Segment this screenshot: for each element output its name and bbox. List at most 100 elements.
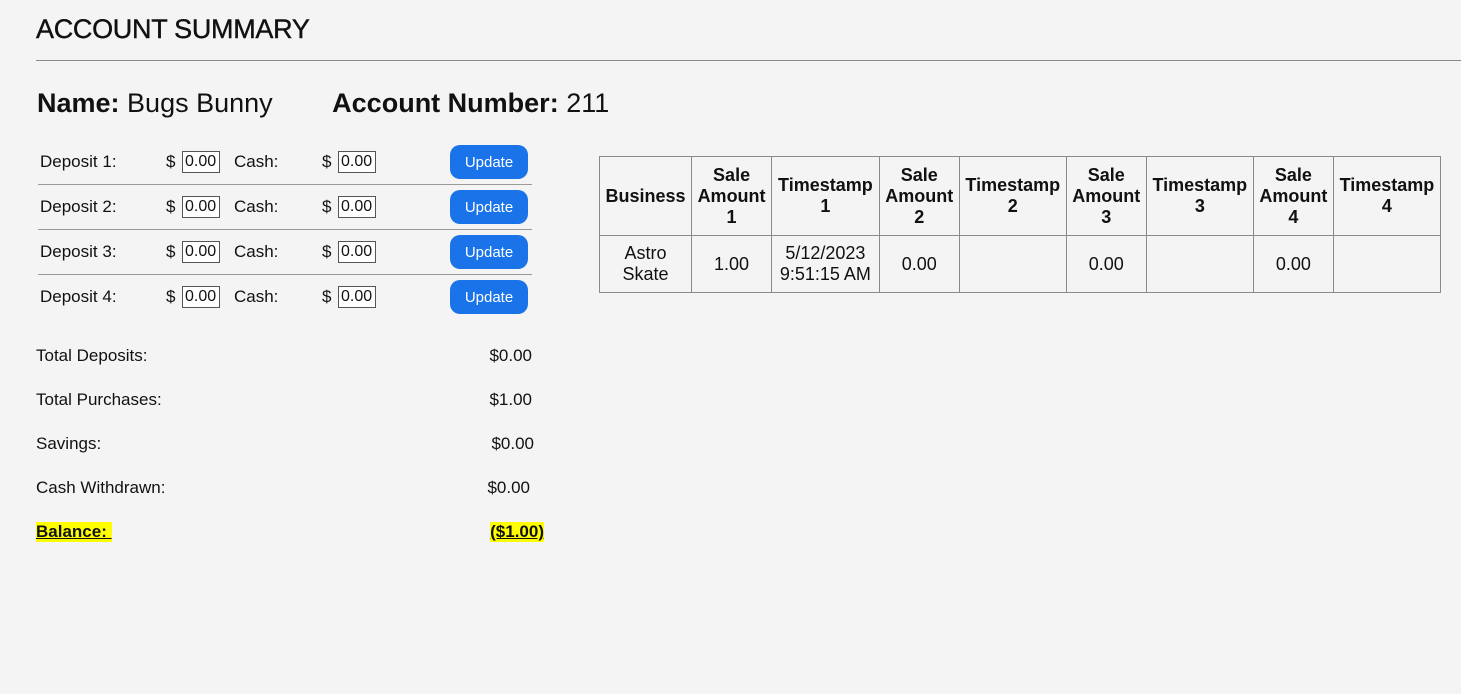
deposit-label: Deposit 1: (38, 140, 166, 185)
cash-1-input[interactable] (338, 151, 376, 173)
column-header-text: Amount (697, 185, 766, 206)
sales-table: Business Sale Amount 1 Timestamp 1 Sale Amount 2… (598, 156, 1442, 293)
currency-symbol: $ (166, 287, 176, 306)
column-header: Sale Amount 3 (1065, 156, 1147, 236)
account-info: Name: Bugs Bunny Account Number: 211 (37, 88, 609, 119)
column-header-text: 3 (1101, 206, 1112, 227)
cash-2-input[interactable] (338, 196, 376, 218)
balance-value: ($1.00) (490, 522, 544, 542)
column-header-text: Sale (1087, 164, 1125, 185)
total-deposits-row: Total Deposits: $0.00 (36, 334, 544, 378)
column-header-text: Timestamp (1152, 175, 1248, 195)
table-cell: 0.00 (1252, 235, 1334, 293)
sales-table-body: Astro Skate 1.00 5/12/2023 9:51:15 AM 0.00 0.0… (598, 235, 1442, 293)
table-cell: 0.00 (1065, 235, 1147, 293)
column-header: Timestamp 4 (1332, 156, 1442, 236)
cash-withdrawn-row: Cash Withdrawn: $0.00 (36, 466, 544, 510)
deposit-row-4: Deposit 4: $ Cash: $ Update (38, 275, 532, 320)
table-cell (958, 235, 1067, 293)
total-purchases-row: Total Purchases: $1.00 (36, 378, 544, 422)
table-cell: 5/12/2023 9:51:15 AM (771, 235, 880, 293)
column-header: Timestamp 3 (1145, 156, 1254, 236)
sales-table-header-row: Business Sale Amount 1 Timestamp 1 Sale Amount 2… (598, 156, 1442, 236)
table-cell (1332, 235, 1442, 293)
column-header-text: Amount (885, 185, 954, 206)
currency-symbol: $ (322, 287, 332, 306)
savings-label: Savings: (36, 434, 102, 453)
account-number: 211 (566, 88, 610, 118)
table-cell-text: 0.00 (1088, 253, 1124, 274)
cash-label: Cash: (234, 140, 322, 185)
deposit-row-1: Deposit 1: $ Cash: $ Update (38, 140, 532, 185)
column-header: Business (598, 156, 693, 236)
column-header-text: Sale (1274, 164, 1312, 185)
deposit-2-input[interactable] (182, 196, 220, 218)
total-deposits-label: Total Deposits: (36, 346, 148, 365)
column-header: Sale Amount 1 (691, 156, 773, 236)
table-cell: Astro Skate (598, 235, 693, 293)
column-header-text: 1 (726, 206, 737, 227)
column-header-text: Sale (900, 164, 938, 185)
total-purchases-value: $1.00 (489, 390, 532, 409)
table-row: Astro Skate 1.00 5/12/2023 9:51:15 AM 0.00 0.0… (598, 235, 1442, 293)
currency-symbol: $ (166, 184, 182, 230)
cash-label: Cash: (234, 184, 322, 230)
deposit-row-2: Deposit 2: $ Cash: $ Update (38, 184, 532, 230)
table-cell-text: 1.00 (714, 253, 750, 274)
column-header-text: 2 (914, 206, 925, 227)
deposit-3-input[interactable] (182, 241, 220, 263)
table-cell: 0.00 (878, 235, 960, 293)
cash-label: Cash: (234, 287, 279, 306)
balance-row: Balance: ($1.00) (36, 510, 544, 554)
update-button-1[interactable]: Update (450, 145, 528, 179)
cash-withdrawn-value: $0.00 (487, 478, 530, 497)
balance-label: Balance: (36, 522, 112, 542)
table-cell-text: Astro (624, 243, 667, 263)
currency-symbol: $ (166, 229, 182, 275)
column-header: Sale Amount 4 (1252, 156, 1334, 236)
currency-symbol: $ (322, 229, 338, 275)
column-header-text: Timestamp (778, 175, 873, 195)
column-header-text: Amount (1072, 185, 1141, 206)
currency-symbol: $ (322, 140, 338, 185)
column-header-text: 3 (1194, 196, 1205, 216)
table-cell-text: 9:51:15 AM (779, 264, 871, 284)
update-button-4[interactable]: Update (450, 280, 528, 314)
column-header: Timestamp 1 (771, 156, 880, 236)
deposit-form: Deposit 1: $ Cash: $ Update Deposit 2: $… (38, 140, 532, 319)
cash-label: Cash: (234, 229, 322, 275)
total-purchases-label: Total Purchases: (36, 390, 162, 409)
column-header: Sale Amount 2 (878, 156, 960, 236)
column-header-text: 2 (1007, 196, 1018, 216)
deposit-4-input[interactable] (182, 286, 220, 308)
name-label: Name: (37, 88, 120, 118)
column-header-text: Timestamp (965, 175, 1061, 195)
table-cell-text: 0.00 (1275, 253, 1311, 274)
page-title: ACCOUNT SUMMARY (36, 14, 310, 44)
title-divider (36, 60, 1461, 61)
table-cell: 1.00 (691, 235, 773, 293)
savings-value: $0.00 (491, 434, 534, 453)
column-header: Timestamp 2 (958, 156, 1067, 236)
table-cell (1145, 235, 1254, 293)
update-button-2[interactable]: Update (450, 190, 528, 224)
total-deposits-value: $0.00 (489, 346, 532, 365)
deposit-1-input[interactable] (182, 151, 220, 173)
cash-4-input[interactable] (338, 286, 376, 308)
table-cell-text: 5/12/2023 (785, 243, 866, 263)
currency-symbol: $ (322, 184, 338, 230)
account-number-label: Account Number: (332, 88, 559, 118)
deposit-label: Deposit 3: (38, 229, 166, 275)
column-header-text: Timestamp (1339, 175, 1435, 195)
totals-section: Total Deposits: $0.00 Total Purchases: $… (36, 334, 544, 554)
column-header-text: 4 (1288, 206, 1299, 227)
cash-3-input[interactable] (338, 241, 376, 263)
column-header-text: Business (605, 185, 686, 206)
column-header-text: Amount (1259, 185, 1328, 206)
currency-symbol: $ (166, 140, 182, 185)
table-cell-text: Skate (622, 264, 669, 284)
savings-row: Savings: $0.00 (36, 422, 544, 466)
cash-withdrawn-label: Cash Withdrawn: (36, 478, 166, 497)
table-cell-text: 0.00 (901, 253, 937, 274)
update-button-3[interactable]: Update (450, 235, 528, 269)
